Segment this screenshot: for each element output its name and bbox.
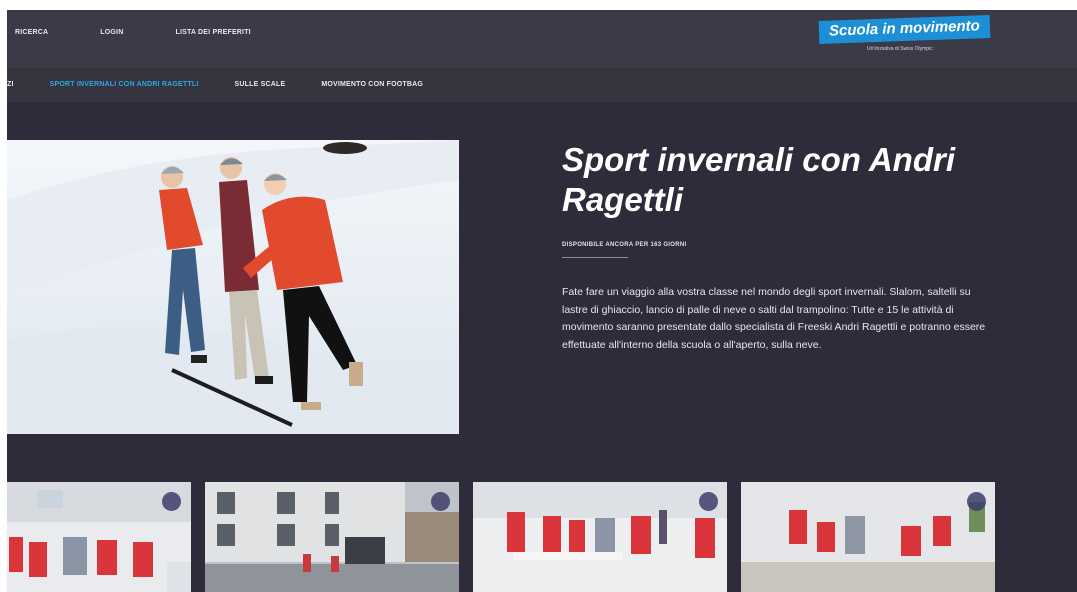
sub-nav: ZI SPORT INVERNALI CON ANDRI RAGETTLI SU… — [7, 68, 1077, 102]
hero-description: Fate fare un viaggio alla vostra classe … — [562, 286, 986, 351]
subnav-item-footbag[interactable]: MOVIMENTO CON FOOTBAG — [321, 81, 423, 88]
hero-title: Sport invernali con Andri Ragettli — [562, 141, 955, 218]
login-link[interactable]: LOGIN — [100, 29, 123, 36]
subnav-item-winter-sports[interactable]: SPORT INVERNALI CON ANDRI RAGETTLI — [50, 81, 199, 88]
snow-scene-illustration — [7, 140, 459, 434]
search-link[interactable]: RICERCA — [15, 29, 48, 36]
top-nav: RICERCA LOGIN LISTA DEI PREFERITI — [15, 29, 303, 36]
video-cards — [7, 482, 1077, 592]
video-card[interactable] — [205, 482, 459, 592]
subnav-item-partial[interactable]: ZI — [7, 81, 14, 88]
card-thumbnail — [741, 482, 995, 592]
hero-image — [7, 140, 459, 434]
divider — [562, 257, 628, 258]
favorites-link[interactable]: LISTA DEI PREFERITI — [175, 29, 250, 36]
card-thumbnail — [473, 482, 727, 592]
heart-icon[interactable] — [967, 492, 986, 511]
top-bar: RICERCA LOGIN LISTA DEI PREFERITI Scuola… — [7, 10, 1077, 68]
logo-subtitle: Un'iniziativa di Swiss Olympic — [867, 46, 933, 52]
video-card[interactable] — [741, 482, 995, 592]
video-card[interactable] — [7, 482, 191, 592]
card-thumbnail — [205, 482, 459, 592]
availability-label: DISPONIBILE ANCORA PER 163 GIORNI — [562, 242, 687, 248]
heart-icon[interactable] — [431, 492, 450, 511]
hero-content: Sport invernali con Andri Ragettli DISPO… — [562, 140, 1002, 354]
heart-icon[interactable] — [162, 492, 181, 511]
logo[interactable]: Scuola in movimento Un'iniziativa di Swi… — [815, 15, 1005, 60]
logo-badge: Scuola in movimento — [818, 15, 991, 44]
app-frame: RICERCA LOGIN LISTA DEI PREFERITI Scuola… — [7, 10, 1077, 592]
subnav-item-stairs[interactable]: SULLE SCALE — [235, 81, 286, 88]
video-card[interactable] — [473, 482, 727, 592]
heart-icon[interactable] — [699, 492, 718, 511]
